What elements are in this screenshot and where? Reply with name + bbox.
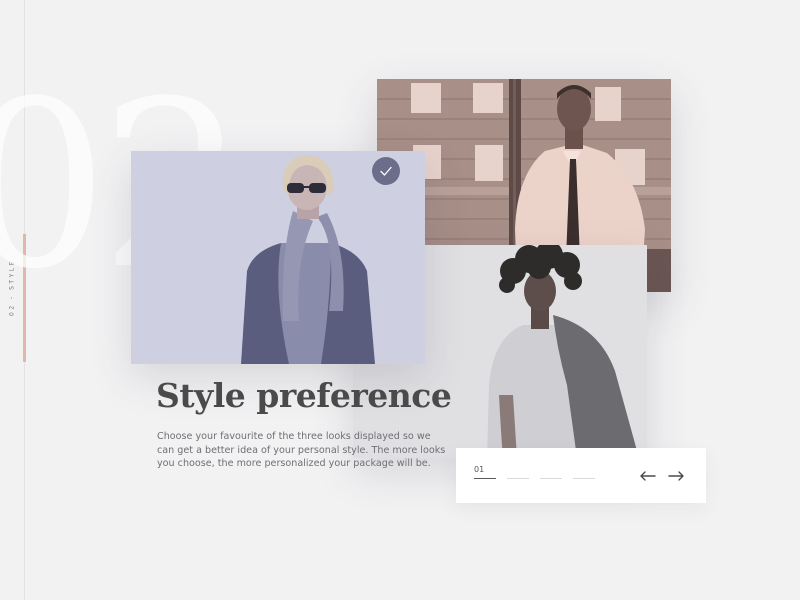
pager-step-3[interactable]	[540, 478, 562, 479]
arrow-left-icon	[640, 471, 656, 481]
page-description: Choose your favourite of the three looks…	[157, 431, 446, 470]
pager-step-4[interactable]	[573, 478, 595, 479]
prev-button[interactable]	[639, 470, 657, 482]
current-page-number: 01	[474, 465, 485, 474]
pager-step-1[interactable]	[474, 477, 496, 479]
arrow-right-icon	[668, 471, 684, 481]
page-title: Style preference	[156, 376, 452, 415]
check-icon[interactable]	[372, 157, 400, 185]
pager-step-2[interactable]	[507, 478, 529, 479]
pager: 01	[456, 448, 706, 503]
check-mark-icon	[380, 166, 392, 176]
next-button[interactable]	[667, 470, 685, 482]
